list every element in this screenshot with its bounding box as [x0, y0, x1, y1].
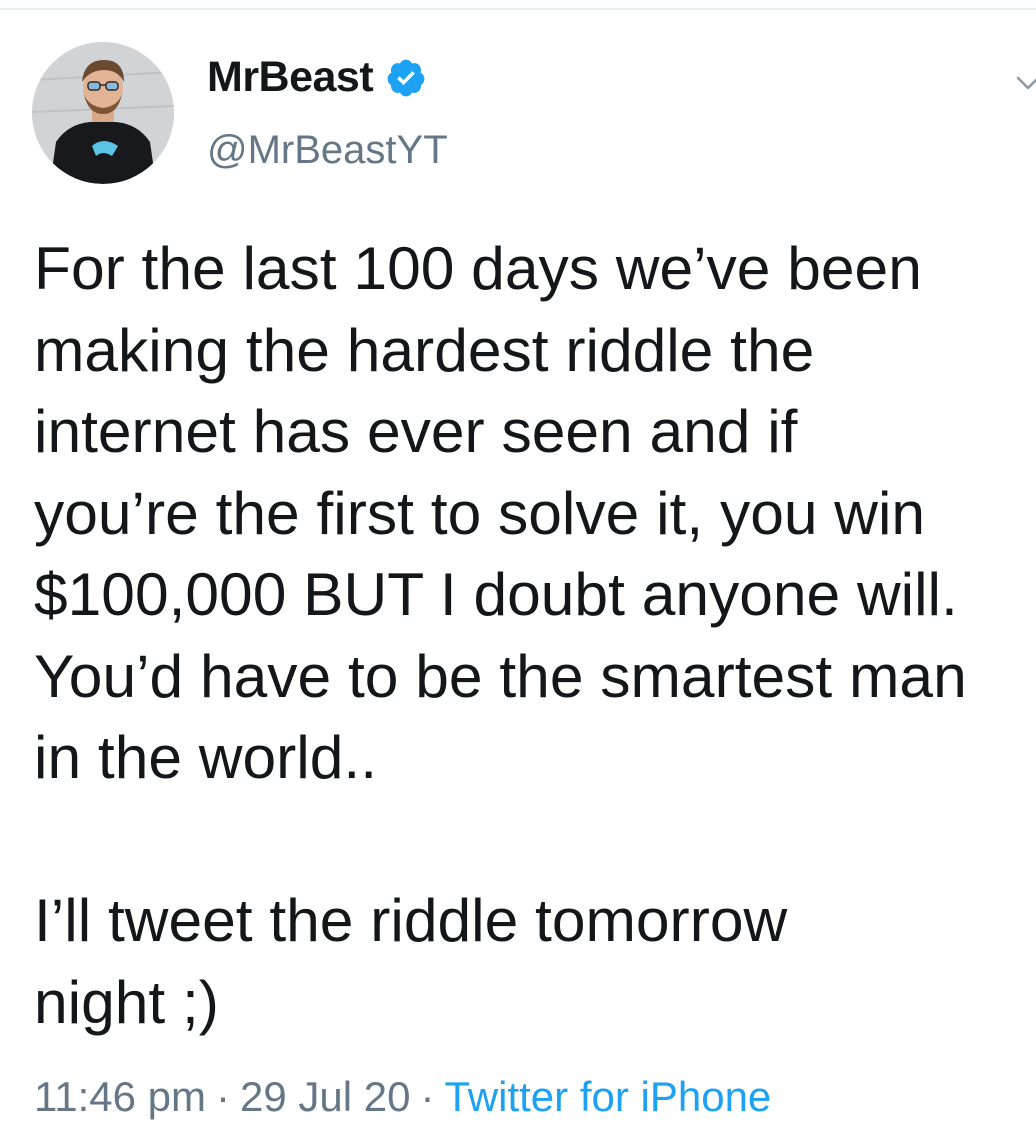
top-divider	[0, 8, 1036, 10]
author-display-name[interactable]: MrBeast	[207, 56, 374, 99]
avatar[interactable]	[32, 42, 174, 184]
tweet-date[interactable]: 29 Jul 20	[240, 1073, 410, 1120]
author-handle[interactable]: @MrBeastYT	[207, 130, 448, 170]
meta-separator: ·	[216, 1073, 230, 1120]
avatar-photo	[32, 42, 174, 184]
meta-separator: ·	[420, 1073, 435, 1120]
tweet-time[interactable]: 11:46 pm	[34, 1073, 206, 1120]
tweet-source-link[interactable]: Twitter for iPhone	[444, 1073, 771, 1120]
author-name-row[interactable]: MrBeast	[207, 56, 427, 99]
tweet-meta: 11:46 pm · 29 Jul 20 · Twitter for iPhone	[34, 1072, 771, 1122]
tweet-text: For the last 100 days we’ve been making …	[34, 234, 967, 1036]
chevron-down-icon[interactable]	[1016, 74, 1036, 94]
verified-badge-icon	[387, 59, 425, 96]
